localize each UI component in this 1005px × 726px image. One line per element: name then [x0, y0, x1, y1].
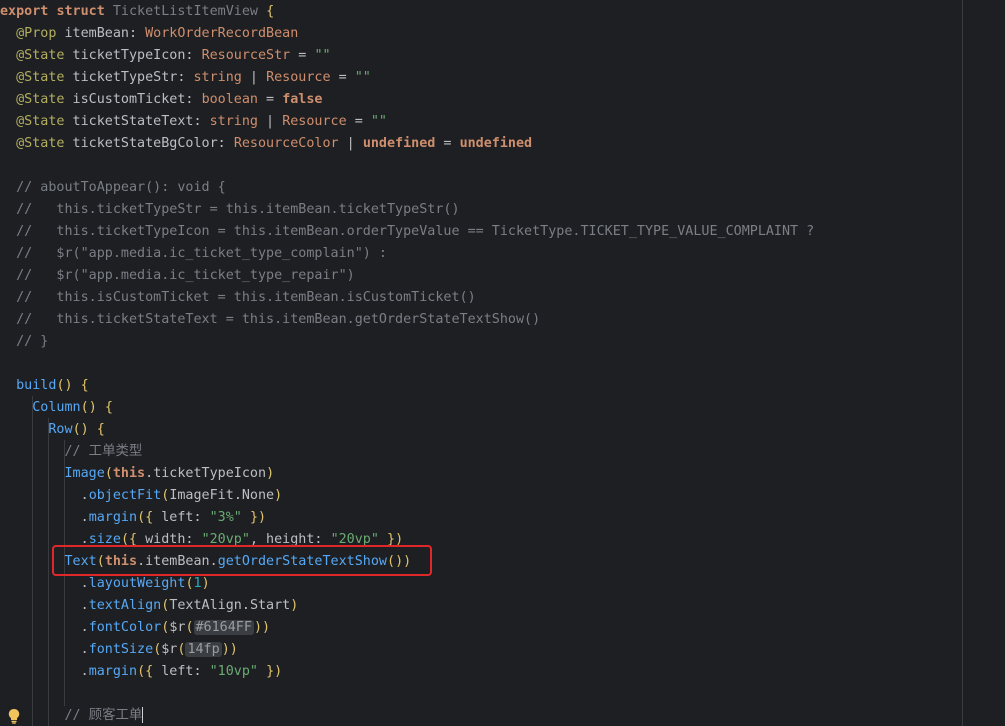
code-line[interactable]: // $r("app.media.ic_ticket_type_complain…: [0, 243, 387, 265]
code-line[interactable]: .fontSize($r(14fp)): [0, 639, 238, 661]
code-editor[interactable]: export struct TicketListItemView { @Prop…: [0, 0, 1005, 726]
code-line[interactable]: .fontColor($r(#6164FF)): [0, 617, 270, 639]
code-line[interactable]: @State isCustomTicket: boolean = false: [0, 89, 322, 111]
code-line[interactable]: // this.ticketTypeIcon = this.itemBean.o…: [0, 221, 814, 243]
code-line[interactable]: @State ticketStateText: string | Resourc…: [0, 111, 387, 133]
code-line[interactable]: // this.isCustomTicket = this.itemBean.i…: [0, 287, 476, 309]
code-line[interactable]: @State ticketTypeStr: string | Resource …: [0, 67, 371, 89]
right-margin-guide: [962, 0, 963, 726]
lightbulb-icon[interactable]: [7, 708, 21, 724]
code-line[interactable]: @State ticketTypeIcon: ResourceStr = "": [0, 45, 330, 67]
code-line[interactable]: // }: [0, 331, 48, 353]
code-line[interactable]: .objectFit(ImageFit.None): [0, 485, 283, 507]
code-line[interactable]: .layoutWeight(1): [0, 573, 210, 595]
code-line[interactable]: // this.ticketStateText = this.itemBean.…: [0, 309, 540, 331]
code-line[interactable]: .textAlign(TextAlign.Start): [0, 595, 299, 617]
highlight-annotation-box: [52, 545, 432, 576]
code-line[interactable]: @State ticketStateBgColor: ResourceColor…: [0, 133, 532, 155]
code-line[interactable]: // 顾客工单: [0, 705, 144, 726]
code-line[interactable]: @Prop itemBean: WorkOrderRecordBean: [0, 23, 298, 45]
code-line[interactable]: .margin({ left: "3%" }): [0, 507, 266, 529]
code-line[interactable]: Image(this.ticketTypeIcon): [0, 463, 275, 485]
code-line[interactable]: // aboutToAppear(): void {: [0, 177, 226, 199]
code-line[interactable]: // this.ticketTypeStr = this.itemBean.ti…: [0, 199, 459, 221]
code-line[interactable]: Column() {: [0, 397, 113, 419]
code-line[interactable]: build() {: [0, 375, 89, 397]
code-line[interactable]: // 工单类型: [0, 441, 142, 463]
code-line[interactable]: export struct TicketListItemView {: [0, 1, 274, 23]
code-line[interactable]: .margin({ left: "10vp" }): [0, 661, 283, 683]
text-caret: [142, 707, 144, 723]
code-line[interactable]: Row() {: [0, 419, 104, 441]
code-line[interactable]: // $r("app.media.ic_ticket_type_repair"): [0, 265, 355, 287]
